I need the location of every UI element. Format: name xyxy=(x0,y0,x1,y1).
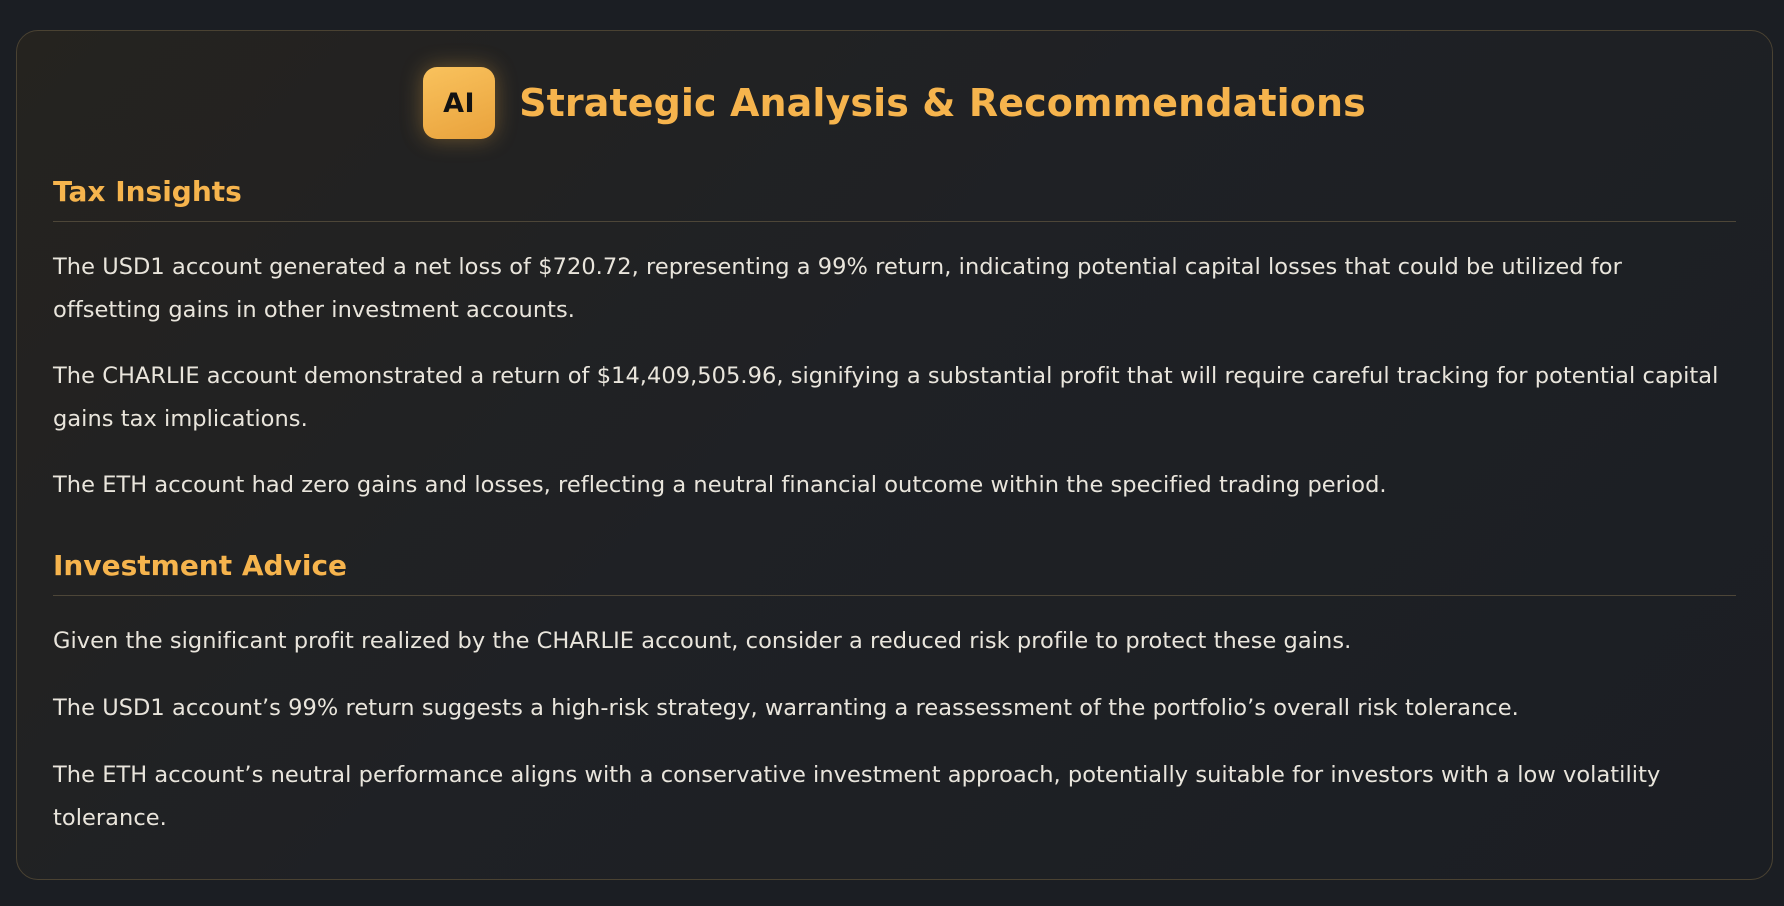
tax-insight-item: The USD1 account generated a net loss of… xyxy=(53,254,1622,323)
advice-item: The ETH account’s neutral performance al… xyxy=(53,762,1661,831)
ai-icon: AI xyxy=(423,67,496,139)
tax-insight-item: The ETH account had zero gains and losse… xyxy=(53,472,1387,498)
tax-insights-heading: Tax Insights xyxy=(53,173,1736,222)
analysis-card: AI Strategic Analysis & Recommendations … xyxy=(16,30,1773,880)
advice-item: The USD1 account’s 99% return suggests a… xyxy=(53,695,1519,721)
investment-advice-section: Investment Advice Given the significant … xyxy=(53,547,1736,840)
advice-item: Given the significant profit realized by… xyxy=(53,628,1352,654)
page-title: Strategic Analysis & Recommendations xyxy=(519,81,1366,125)
tax-insights-section: Tax Insights The USD1 account generated … xyxy=(53,173,1736,507)
investment-advice-heading: Investment Advice xyxy=(53,547,1736,596)
tax-insight-item: The CHARLIE account demonstrated a retur… xyxy=(53,363,1719,432)
card-header: AI Strategic Analysis & Recommendations xyxy=(53,67,1736,139)
